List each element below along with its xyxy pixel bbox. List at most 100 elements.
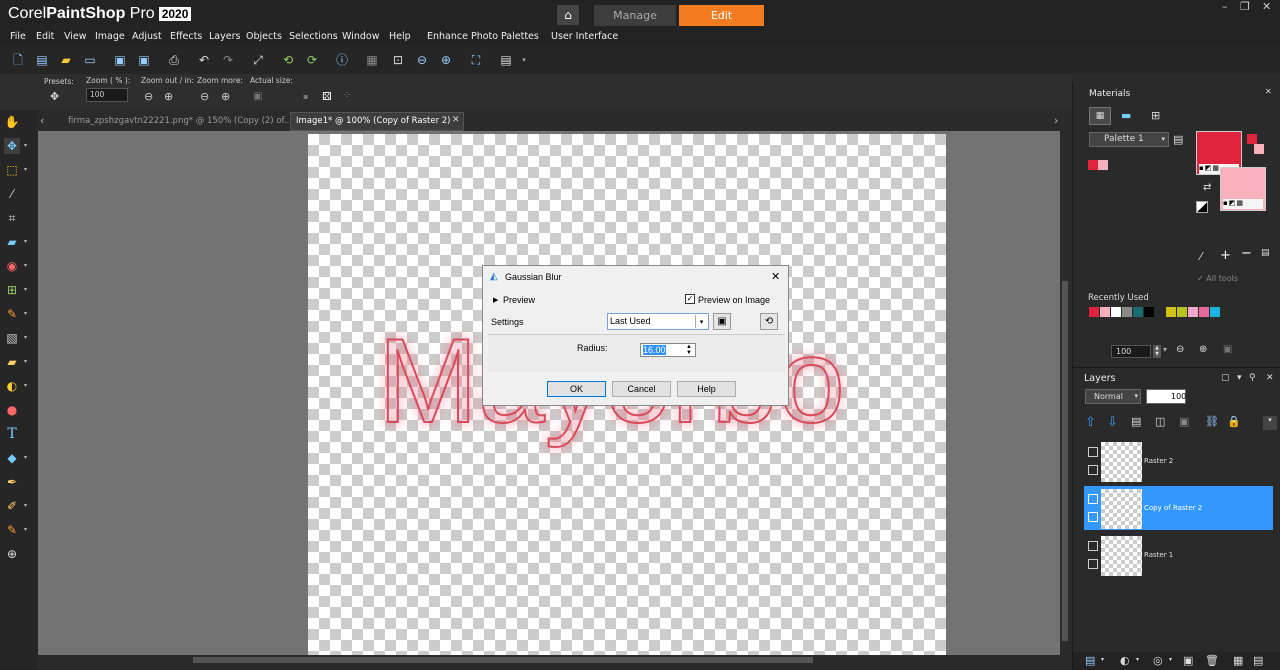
actual-size-icon[interactable]: ▣ <box>253 91 262 102</box>
menu-help[interactable]: Help <box>389 31 411 42</box>
recent-color-swatch[interactable] <box>1100 307 1110 317</box>
shape-tool-icon[interactable]: ◆ <box>4 450 20 466</box>
link-icon[interactable]: ⛓ <box>1205 415 1219 428</box>
menu-selections[interactable]: Selections <box>289 31 338 42</box>
redo-icon[interactable]: ↷ <box>220 52 236 68</box>
layer-properties-icon[interactable]: ▦ <box>1233 654 1243 667</box>
full-screen-icon[interactable]: ⛶ <box>468 52 484 68</box>
visibility-icon[interactable] <box>1088 465 1098 475</box>
new-from-clipboard-icon[interactable]: ▤ <box>34 52 50 68</box>
menu-image[interactable]: Image <box>95 31 125 42</box>
workspace-menu-icon[interactable]: ▤ <box>498 52 514 68</box>
material-zoom-out-icon[interactable]: ⊖ <box>1176 344 1184 355</box>
pen-tool-icon[interactable]: ✒ <box>4 474 20 490</box>
recent-color-swatch[interactable] <box>1089 307 1099 317</box>
chevron-down-icon[interactable]: ▾ <box>1169 656 1172 663</box>
frame-tab-icon[interactable]: ⊞ <box>1151 109 1160 122</box>
menu-adjust[interactable]: Adjust <box>132 31 162 42</box>
print-icon[interactable]: ⎙ <box>166 52 182 68</box>
recent-color-swatch[interactable] <box>1122 307 1132 317</box>
rotate-left-icon[interactable]: ⟲ <box>280 52 296 68</box>
recent-color-swatch[interactable] <box>1188 307 1198 317</box>
delete-layer-icon[interactable]: 🗑 <box>1205 654 1219 667</box>
merge-layer-icon[interactable]: ▣ <box>1183 654 1193 667</box>
red-eye-tool-icon[interactable]: ◉ <box>4 258 20 274</box>
move-tool-icon[interactable]: ✥ <box>4 138 20 154</box>
visibility-icon[interactable] <box>1088 559 1098 569</box>
close-button[interactable]: ✕ <box>1262 0 1271 13</box>
menu-effects[interactable]: Effects <box>170 31 202 42</box>
warp-tool-icon[interactable]: ✐ <box>4 498 20 514</box>
dotted-grid-icon[interactable]: ⁘ <box>343 90 351 101</box>
recent-color-swatch[interactable] <box>1111 307 1121 317</box>
remove-swatch-icon[interactable]: − <box>1241 246 1252 261</box>
zoom-input[interactable]: 100 <box>86 88 128 102</box>
zoom-out-icon[interactable]: ⊖ <box>144 90 153 103</box>
layer-mask-icon[interactable]: ◫ <box>1155 415 1165 428</box>
crop-tool-icon[interactable]: ⌗ <box>4 210 20 226</box>
help-button[interactable]: Help <box>677 381 736 397</box>
reset-preset-icon[interactable]: ⟲ <box>760 313 778 330</box>
swap-fg-mini[interactable] <box>1247 134 1257 144</box>
eraser-tool-icon[interactable]: ▰ <box>4 354 20 370</box>
tab-document-2[interactable]: Image1* @ 100% (Copy of Raster 2) <box>296 116 451 126</box>
menu-view[interactable]: View <box>64 31 87 42</box>
layer-group-icon[interactable] <box>1088 447 1098 457</box>
layer-link-icon-1[interactable]: ▤ <box>1131 415 1141 428</box>
layer-delete-small-icon[interactable]: ▣ <box>1179 415 1189 428</box>
layer-menu-icon[interactable]: ▤ <box>1253 654 1263 667</box>
material-opacity-spinner-icon[interactable]: ▲ ▼ <box>1153 345 1161 358</box>
preview-expand-icon[interactable]: ▶ <box>493 296 498 304</box>
menu-file[interactable]: File <box>10 31 26 42</box>
ok-button[interactable]: OK <box>547 381 606 397</box>
rotate-right-icon[interactable]: ⟳ <box>304 52 320 68</box>
new-file-icon[interactable]: 🗋 <box>10 52 26 68</box>
palette-select[interactable]: Palette 1 ▾ <box>1089 132 1169 147</box>
material-zoom-in-icon[interactable]: ⊕ <box>1199 344 1207 355</box>
palette-options-icon[interactable]: ▤ <box>1173 133 1183 146</box>
small-square-icon[interactable]: ▪ <box>303 92 308 101</box>
fit-icon[interactable]: ⊡ <box>390 52 406 68</box>
recent-color-swatch[interactable] <box>1177 307 1187 317</box>
chevron-down-icon[interactable]: ▾ <box>1101 656 1104 663</box>
layers-maximize-icon[interactable]: ▢ <box>1221 373 1230 383</box>
layer-group-icon[interactable] <box>1088 494 1098 504</box>
settings-select[interactable]: Last Used ▾ <box>607 313 709 330</box>
gradient-tool-icon[interactable]: ▧ <box>4 330 20 346</box>
minimize-button[interactable]: – <box>1222 0 1228 13</box>
save-preset-icon[interactable]: ▣ <box>713 313 731 330</box>
menu-window[interactable]: Window <box>342 31 379 42</box>
menu-edit[interactable]: Edit <box>36 31 54 42</box>
dropper-tool-icon[interactable]: ⁄ <box>4 186 20 202</box>
cancel-button[interactable]: Cancel <box>612 381 671 397</box>
chevron-down-icon[interactable]: ▾ <box>516 52 532 68</box>
slider-toggle-icon[interactable]: ▾ <box>1163 345 1167 354</box>
layer-opacity-input[interactable]: 100 <box>1146 389 1186 404</box>
rainbow-tab-icon[interactable]: ▬ <box>1121 109 1131 122</box>
reset-colors-icon[interactable] <box>1196 201 1208 213</box>
material-options-icon[interactable]: ▤ <box>1261 248 1270 258</box>
panel-menu-icon[interactable]: ✕ <box>1265 87 1272 96</box>
recent-color-swatch[interactable] <box>1155 307 1165 317</box>
recent-color-swatch[interactable] <box>1210 307 1220 317</box>
layers-menu-icon[interactable]: ▾ <box>1237 373 1242 383</box>
recent-color-swatch[interactable] <box>1166 307 1176 317</box>
material-opacity-input[interactable]: 100 <box>1111 345 1151 358</box>
material-grid-icon[interactable]: ▣ <box>1223 344 1232 355</box>
vertical-scrollbar[interactable] <box>1060 131 1070 655</box>
layer-row-selected[interactable]: Copy of Raster 2 <box>1084 486 1273 530</box>
layer-row[interactable]: Raster 1 <box>1084 533 1273 577</box>
undo-icon[interactable]: ↶ <box>196 52 212 68</box>
pan-tool-icon[interactable]: ✋ <box>4 114 20 130</box>
menu-layers[interactable]: Layers <box>209 31 240 42</box>
maximize-button[interactable]: ❐ <box>1240 0 1250 13</box>
mask-layer-icon[interactable]: ◎ <box>1153 654 1163 667</box>
info-icon[interactable]: ⓘ <box>334 52 350 68</box>
menu-user-interface[interactable]: User Interface <box>551 31 618 42</box>
blend-mode-select[interactable]: Normal ▾ <box>1085 389 1141 404</box>
visibility-icon[interactable] <box>1088 512 1098 522</box>
scan-icon[interactable]: ▭ <box>82 52 98 68</box>
resize-icon[interactable]: ⤢ <box>250 52 266 68</box>
add-swatch-icon[interactable]: + <box>1220 248 1231 263</box>
chevron-down-icon[interactable]: ▾ <box>1136 656 1139 663</box>
